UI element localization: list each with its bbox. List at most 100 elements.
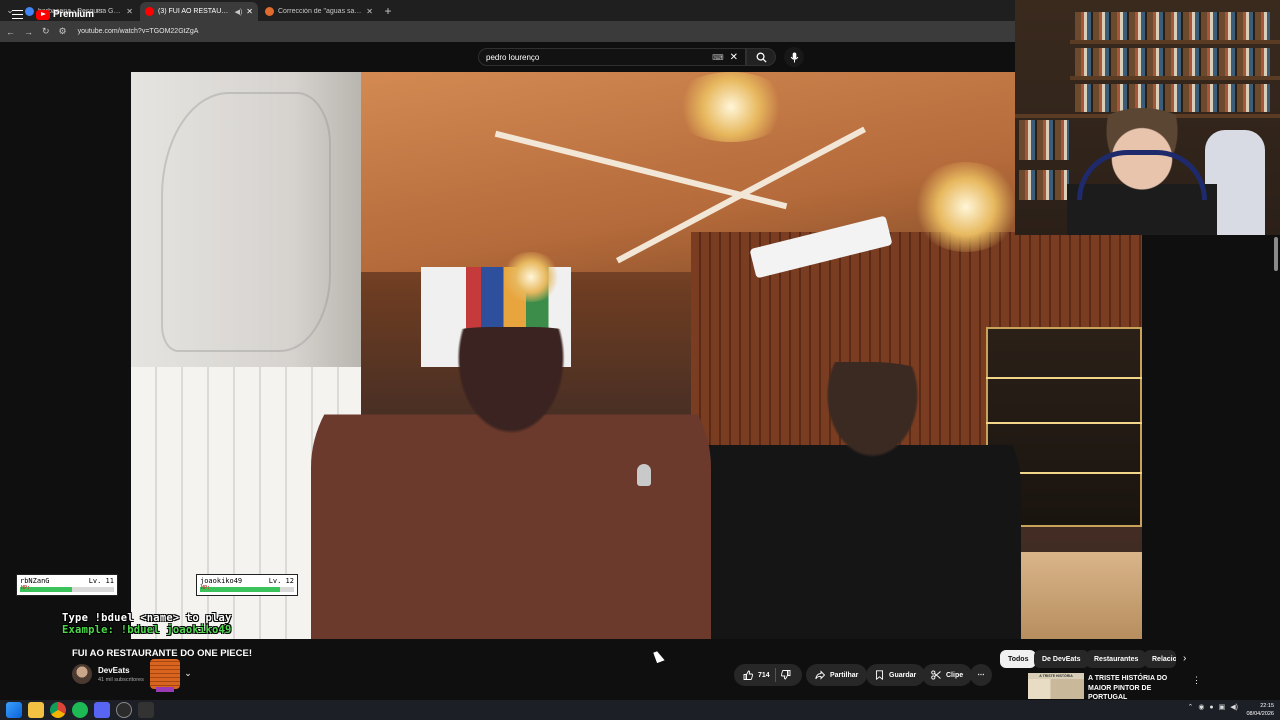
more-horizontal-icon: ⋯	[977, 672, 985, 679]
share-label: Partilhar	[830, 671, 859, 679]
recommended-video-title[interactable]: A TRISTE HISTÓRIA DO MAIOR PINTOR DE POR…	[1088, 674, 1188, 703]
network-icon[interactable]: ▣	[1219, 703, 1226, 711]
keyboard-icon[interactable]: ⌨	[712, 53, 724, 62]
chandelier	[671, 72, 791, 142]
thumbs-up-icon[interactable]	[743, 670, 753, 680]
shelf-light	[986, 377, 1142, 379]
search-value: pedro lourenço	[486, 52, 540, 62]
browser-tab-2[interactable]: Corrección de "aguas saborizad ✕	[260, 2, 378, 21]
search-button[interactable]	[746, 48, 776, 66]
chandelier	[911, 162, 1021, 252]
hp-label: HP:	[21, 585, 31, 591]
url-field[interactable]: youtube.com/watch?v=TGOM22GtZgA	[78, 28, 199, 35]
browser-tab-1[interactable]: (3) FUI AO RESTAURANTE D ◀) ✕	[140, 2, 258, 21]
bookshelf	[1019, 170, 1069, 200]
close-icon[interactable]: ✕	[366, 7, 373, 16]
save-label: Guardar	[889, 671, 917, 679]
person-left	[311, 327, 711, 639]
more-vertical-icon[interactable]: ⋮	[1192, 675, 1201, 686]
bookmark-icon	[876, 670, 883, 680]
bookshelf	[1075, 48, 1270, 76]
more-actions-button[interactable]: ⋯	[970, 664, 992, 686]
menu-icon[interactable]	[12, 10, 23, 19]
obs-icon[interactable]	[116, 702, 132, 718]
search-input[interactable]: pedro lourenço ⌨ ✕	[478, 48, 746, 66]
chip-related[interactable]: Relaciona	[1144, 650, 1176, 668]
epic-games-icon[interactable]	[138, 702, 154, 718]
chip-all[interactable]: Todos	[1000, 650, 1037, 668]
shelf-board	[1070, 76, 1280, 80]
thumbs-down-icon[interactable]	[780, 670, 791, 680]
webcam-overlay	[1015, 0, 1280, 235]
chevron-up-icon[interactable]: ⌃	[1187, 703, 1193, 711]
voice-search-button[interactable]	[784, 47, 804, 67]
hp-label: HP:	[201, 585, 211, 591]
player-level: Lv. 11	[88, 577, 114, 585]
tray-app-icon[interactable]: ●	[1209, 704, 1213, 711]
volume-icon[interactable]: ◀)	[1230, 703, 1238, 711]
player-card-1: joaokiko49 Lv. 12 HP:	[196, 574, 298, 596]
share-button[interactable]: Partilhar	[806, 664, 868, 686]
shelf-light	[986, 422, 1142, 424]
forward-icon[interactable]: →	[24, 27, 33, 37]
thumbnail-text: A TRISTE HISTÓRIA	[1028, 673, 1084, 679]
bookshelf	[1075, 12, 1270, 40]
channel-avatar[interactable]	[72, 664, 92, 684]
player-name: rbNZanG	[20, 577, 50, 585]
command-hint-line-2: Example: !bduel joaokiko49	[62, 624, 232, 636]
save-button[interactable]: Guardar	[866, 664, 926, 686]
command-hint-line-1: Type !bduel <name> to play	[62, 612, 232, 624]
clock-date: 08/04/2026	[1246, 711, 1274, 717]
google-icon	[25, 7, 34, 16]
youtube-play-icon	[36, 9, 50, 20]
spotify-icon[interactable]	[72, 702, 88, 718]
back-icon[interactable]: ←	[6, 27, 15, 37]
clear-search-icon[interactable]: ✕	[730, 52, 738, 63]
scrollbar-track[interactable]	[1272, 235, 1280, 690]
clock-time: 22:15	[1260, 703, 1274, 709]
person-right	[691, 362, 1021, 639]
player-card-0: rbNZanG Lv. 11 HP:	[16, 574, 118, 596]
chip-from-channel[interactable]: De DevEats	[1034, 650, 1089, 668]
pumpkin-sprite	[150, 659, 180, 692]
bookshelf	[1019, 120, 1069, 160]
like-count[interactable]: 714	[758, 672, 770, 679]
scissors-icon	[931, 670, 941, 680]
subscriber-count: 41 mil subscritores	[98, 677, 144, 683]
chip-restaurants[interactable]: Restaurantes	[1086, 650, 1147, 668]
microphone-icon	[790, 52, 798, 62]
youtube-icon	[145, 7, 154, 16]
search-icon	[756, 52, 767, 63]
channel-name[interactable]: DevEats	[98, 666, 130, 675]
site-icon	[265, 7, 274, 16]
player-level: Lv. 12	[268, 577, 294, 585]
close-icon[interactable]: ✕	[246, 7, 253, 16]
divider	[774, 668, 776, 682]
file-explorer-icon[interactable]	[28, 702, 44, 718]
hp-bar: HP:	[200, 585, 294, 592]
browser-tab-bar: ⌄ barbacena - Pesquisa Google ✕ (3) FUI …	[0, 0, 1015, 21]
tab-title: Corrección de "aguas saborizad	[278, 8, 363, 15]
video-frame	[131, 72, 1142, 639]
country-code: PT	[96, 9, 104, 15]
recommended-video-thumbnail[interactable]: A TRISTE HISTÓRIA	[1028, 673, 1084, 699]
clock[interactable]: 22:15 08/04/2026	[1246, 702, 1274, 718]
hp-fill	[200, 587, 280, 592]
close-icon[interactable]: ✕	[126, 7, 133, 16]
taskbar: ⌃ ◉ ● ▣ ◀) 22:15 08/04/2026	[0, 700, 1280, 720]
new-tab-button[interactable]: +	[380, 2, 396, 21]
share-icon	[815, 670, 825, 680]
chevron-down-icon[interactable]: ⌄	[181, 666, 195, 680]
speaker-icon[interactable]: ◀)	[235, 8, 243, 16]
clip-button[interactable]: Clipe	[922, 664, 973, 686]
scrollbar-thumb[interactable]	[1274, 237, 1278, 271]
chevron-right-icon[interactable]: ›	[1183, 653, 1186, 664]
youtube-logo[interactable]: Premium PT	[36, 9, 103, 20]
chrome-icon[interactable]	[50, 702, 66, 718]
site-info-icon[interactable]: ⚙	[59, 26, 67, 37]
windows-start-icon[interactable]	[6, 702, 22, 718]
tray-app-icon[interactable]: ◉	[1198, 703, 1204, 711]
brand-label: Premium	[53, 9, 94, 20]
discord-icon[interactable]	[94, 702, 110, 718]
reload-icon[interactable]: ↻	[42, 26, 50, 37]
